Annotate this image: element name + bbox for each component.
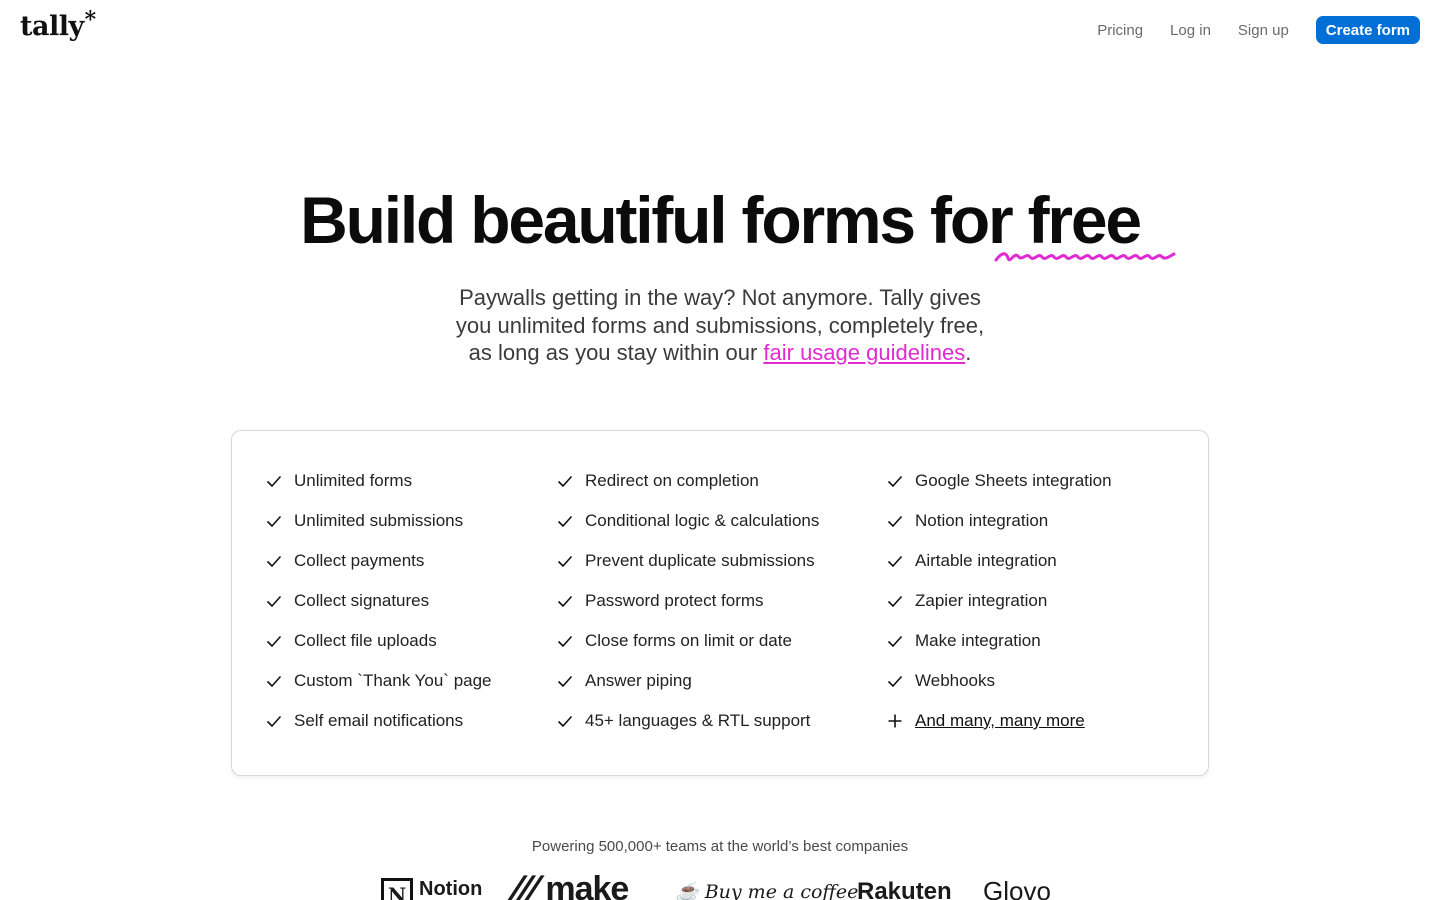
feature-label: Airtable integration (915, 551, 1057, 570)
check-icon (557, 515, 573, 528)
feature-item: Custom `Thank You` page (265, 661, 492, 701)
feature-label: Conditional logic & calculations (585, 511, 820, 530)
feature-item: Answer piping (556, 661, 819, 701)
feature-item: Make integration (886, 621, 1112, 661)
buy-me-a-coffee-logo: ☕ Buy me a coffee (675, 880, 858, 900)
tally-logo[interactable]: tally* (20, 7, 96, 42)
feature-item: Close forms on limit or date (556, 621, 819, 661)
hero-subtitle: Paywalls getting in the way? Not anymore… (370, 284, 1070, 367)
notion-mark-icon: N (381, 878, 413, 900)
feature-label: Answer piping (585, 671, 692, 690)
feature-item: Conditional logic & calculations (556, 501, 819, 541)
company-logos: N Notion ///make ☕ Buy me a coffee Rakute… (0, 874, 1440, 900)
rakuten-logo: Rakuten (857, 878, 952, 900)
logo-text: tally (20, 11, 84, 42)
feature-item: Collect signatures (265, 581, 492, 621)
nav-links: Pricing Log in Sign up Create form (1097, 16, 1420, 44)
check-icon (557, 675, 573, 688)
feature-label: Google Sheets integration (915, 471, 1112, 490)
check-icon (557, 635, 573, 648)
check-icon (887, 555, 903, 568)
check-icon (887, 515, 903, 528)
feature-label: Redirect on completion (585, 471, 759, 490)
notion-logo-text: Notion (419, 878, 483, 900)
feature-item: Self email notifications (265, 701, 492, 741)
feature-item: Airtable integration (886, 541, 1112, 581)
make-logo: ///make (503, 874, 629, 900)
check-icon (557, 715, 573, 728)
feature-item: Redirect on completion (556, 461, 819, 501)
feature-label: Zapier integration (915, 591, 1048, 610)
hero-title: Build beautiful forms for free (300, 183, 1142, 257)
check-icon (266, 595, 282, 608)
check-icon (266, 475, 282, 488)
subtitle-line-2: you unlimited forms and submissions, com… (455, 312, 985, 338)
feature-label: Notion integration (915, 511, 1049, 530)
coffee-cup-icon: ☕ (675, 881, 705, 900)
check-icon (887, 675, 903, 688)
logo-star: * (84, 7, 97, 33)
create-form-button[interactable]: Create form (1315, 16, 1420, 44)
feature-label: Unlimited submissions (294, 511, 464, 530)
feature-label: Close forms on limit or date (585, 631, 792, 650)
feature-label: Password protect forms (585, 591, 764, 610)
feature-label: Prevent duplicate submissions (585, 551, 815, 570)
glovo-logo: Glovo (983, 876, 1051, 900)
notion-logo: N Notion (381, 878, 482, 900)
feature-item: Google Sheets integration (886, 461, 1112, 501)
social-proof-text: Powering 500,000+ teams at the world’s b… (531, 838, 909, 855)
features-column-3: Google Sheets integration Notion integra… (886, 461, 1112, 741)
feature-item: Webhooks (886, 661, 1112, 701)
feature-item: Collect file uploads (265, 621, 492, 661)
feature-item: Notion integration (886, 501, 1112, 541)
subtitle-line-3: as long as you stay within our fair usag… (370, 339, 1070, 367)
check-icon (266, 715, 282, 728)
feature-item: Zapier integration (886, 581, 1112, 621)
more-features-link[interactable]: And many, many more (886, 701, 1112, 741)
make-logo-text: make (545, 874, 629, 900)
check-icon (266, 635, 282, 648)
subtitle-line-3-prefix: as long as you stay within our (468, 340, 764, 365)
feature-item: Collect payments (265, 541, 492, 581)
feature-label: Collect payments (294, 551, 425, 570)
check-icon (887, 475, 903, 488)
features-column-1: Unlimited forms Unlimited submissions Co… (265, 461, 492, 741)
feature-item: Unlimited submissions (265, 501, 492, 541)
check-icon (887, 635, 903, 648)
squiggle-underline-icon (994, 252, 1176, 262)
feature-label: Collect file uploads (294, 631, 437, 650)
feature-item: 45+ languages & RTL support (556, 701, 819, 741)
check-icon (266, 515, 282, 528)
feature-label: Unlimited forms (294, 471, 413, 490)
bmc-logo-text: Buy me a coffee (704, 881, 859, 900)
nav-link-signup[interactable]: Sign up (1238, 22, 1289, 39)
check-icon (266, 555, 282, 568)
top-nav: tally* Pricing Log in Sign up Create for… (0, 0, 1440, 60)
check-icon (266, 675, 282, 688)
feature-item: Prevent duplicate submissions (556, 541, 819, 581)
feature-label: Self email notifications (294, 711, 464, 730)
feature-label: Custom `Thank You` page (294, 671, 492, 690)
features-card: Unlimited forms Unlimited submissions Co… (231, 430, 1209, 776)
plus-icon (888, 714, 902, 728)
subtitle-line-1: Paywalls getting in the way? Not anymore… (459, 285, 981, 310)
feature-label: Webhooks (915, 671, 996, 690)
fair-usage-link[interactable]: fair usage guidelines (763, 340, 965, 365)
check-icon (557, 475, 573, 488)
features-column-2: Redirect on completion Conditional logic… (556, 461, 819, 741)
nav-link-login[interactable]: Log in (1170, 22, 1211, 39)
check-icon (557, 595, 573, 608)
feature-label: 45+ languages & RTL support (585, 711, 811, 730)
check-icon (887, 595, 903, 608)
subtitle-line-3-suffix: . (965, 340, 972, 365)
check-icon (557, 555, 573, 568)
feature-label: Collect signatures (294, 591, 430, 610)
nav-link-pricing[interactable]: Pricing (1097, 22, 1143, 39)
feature-item: Password protect forms (556, 581, 819, 621)
feature-label: Make integration (915, 631, 1041, 650)
make-mark-icon: /// (503, 874, 547, 900)
feature-item: Unlimited forms (265, 461, 492, 501)
more-features-label[interactable]: And many, many more (915, 711, 1085, 731)
